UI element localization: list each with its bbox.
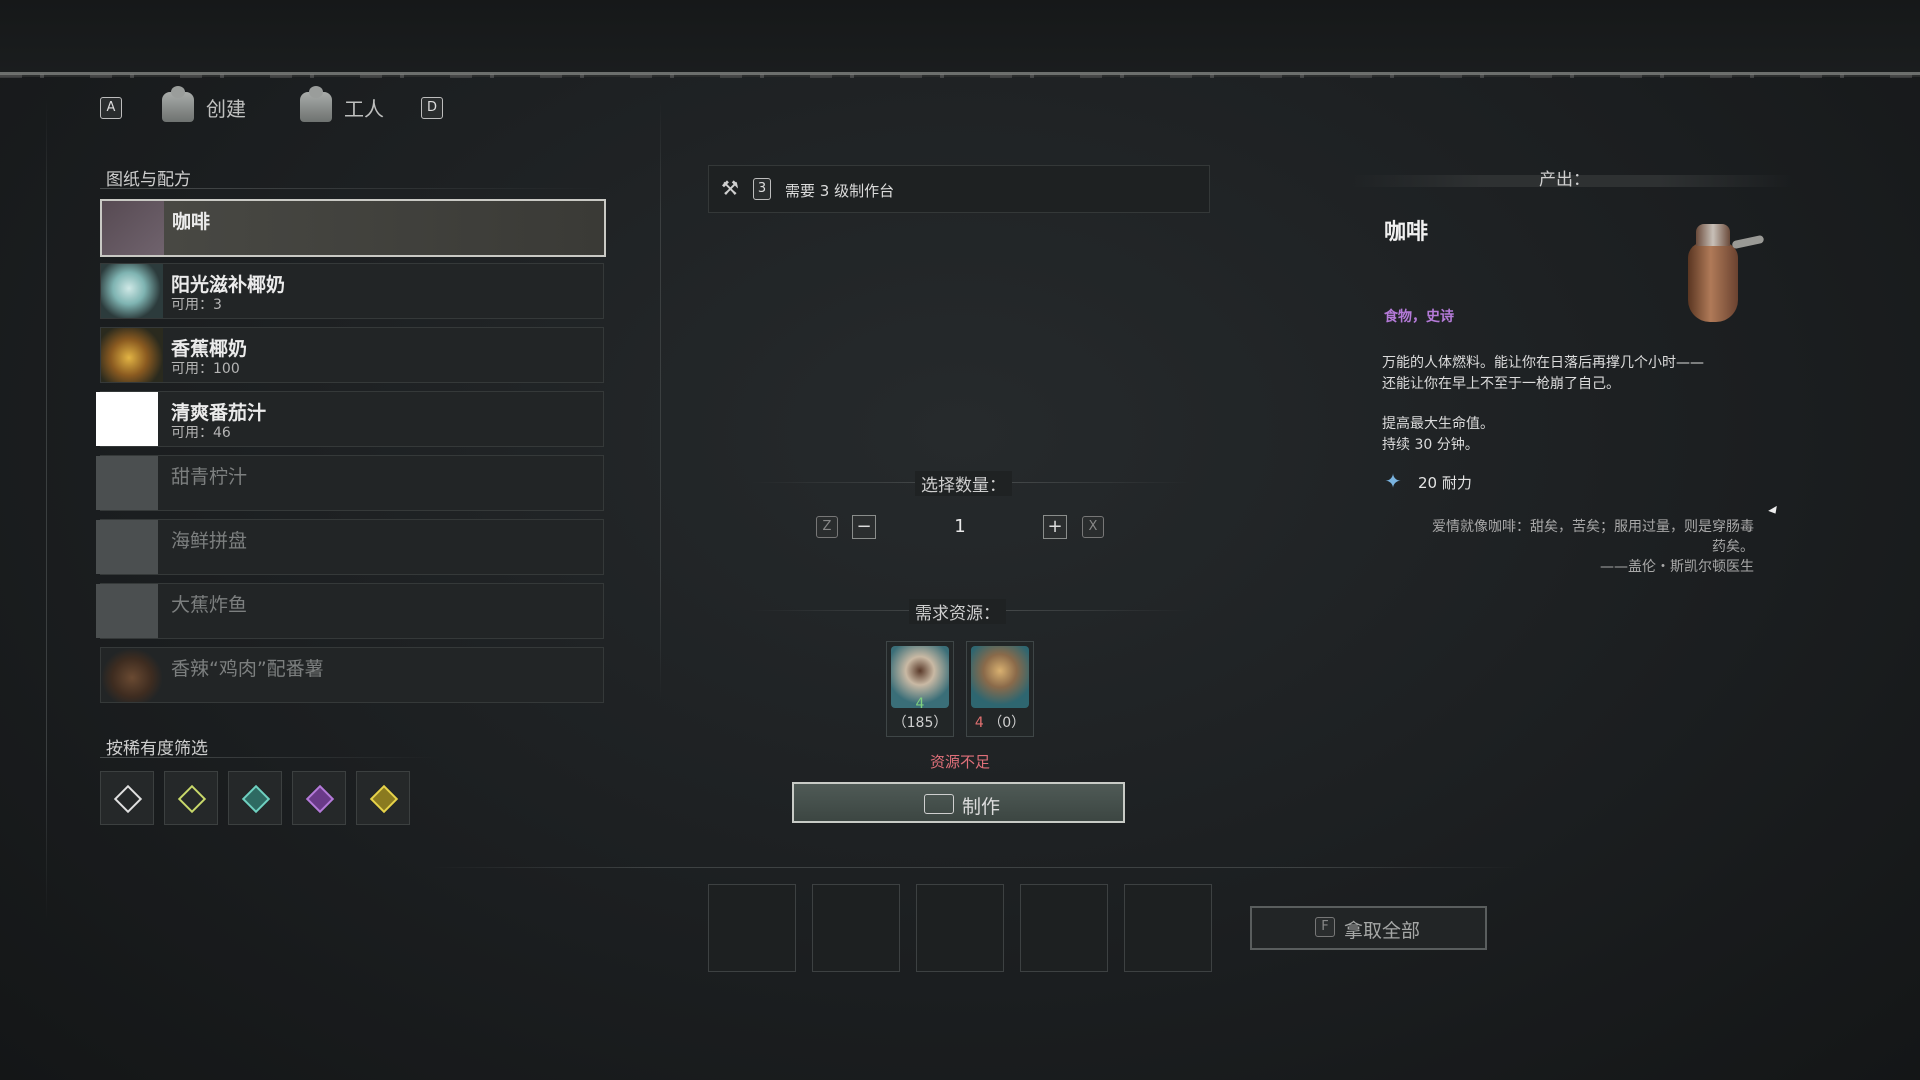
workbench-level: 3	[753, 178, 771, 200]
take-all-button[interactable]: F 拿取全部	[1250, 906, 1487, 950]
output-slot[interactable]	[1020, 884, 1108, 972]
stamina-value: 20 耐力	[1418, 474, 1472, 492]
filter-legendary-button[interactable]	[356, 771, 410, 825]
recipe-name: 大蕉炸鱼	[171, 594, 248, 616]
diamond-icon	[369, 784, 399, 814]
recipe-item-spicy-chicken[interactable]: 香辣“鸡肉”配番薯	[100, 647, 604, 703]
recipe-item-banana-coconut-milk[interactable]: 香蕉椰奶 可用：100	[100, 327, 604, 383]
coffee-pot-icon	[102, 201, 164, 255]
coffee-pot-icon	[1672, 218, 1765, 328]
tab-workers[interactable]: 工人	[300, 86, 384, 122]
output-title: 产出：	[1539, 170, 1590, 190]
spicy-chicken-icon	[101, 648, 163, 702]
craft-label: 制作	[962, 796, 1001, 818]
filter-rare-button[interactable]	[228, 771, 282, 825]
requirement-bar: ⚒ 3 需要 3 级制作台	[708, 165, 1210, 213]
diamond-icon	[113, 784, 143, 814]
recipe-item-sun-coconut-milk[interactable]: 阳光滋补椰奶 可用：3	[100, 263, 604, 319]
increase-button[interactable]: +	[1043, 515, 1067, 539]
recipe-available: 可用：3	[171, 297, 222, 313]
divider	[46, 100, 47, 920]
sugar-sack-icon	[971, 646, 1029, 708]
craft-button[interactable]: 制作	[792, 782, 1125, 823]
recipe-name: 清爽番茄汁	[171, 402, 267, 424]
tab-workers-label: 工人	[344, 96, 384, 121]
fried-fish-icon	[96, 584, 158, 638]
key-hint-z: Z	[816, 516, 838, 538]
output-slot[interactable]	[812, 884, 900, 972]
resources-title: 需求资源：	[909, 599, 1006, 624]
decrease-button[interactable]: −	[852, 515, 876, 539]
key-hint-x: X	[1082, 516, 1104, 538]
tab-create-label: 创建	[206, 96, 246, 121]
output-effects: 提高最大生命值。 持续 30 分钟。	[1382, 416, 1494, 453]
quantity-title: 选择数量：	[915, 471, 1012, 496]
divider	[660, 100, 661, 700]
recipe-name: 香蕉椰奶	[171, 338, 248, 360]
recipe-available: 可用：46	[171, 425, 231, 441]
resource-count: 4 （185）	[892, 696, 948, 731]
output-description: 万能的人体燃料。能让你在日落后再撑几个小时—— 还能让你在早上不至于一枪崩了自己…	[1382, 355, 1704, 392]
output-quote: 爱情就像咖啡：甜矣，苦矣；服用过量，则是穿肠毒 药矣。 ——盖伦・斯凯尔顿医生	[1432, 519, 1754, 575]
filter-common-button[interactable]	[100, 771, 154, 825]
stamina-icon: ✦	[1384, 469, 1402, 493]
backpack-icon	[162, 86, 194, 122]
divider	[100, 757, 440, 758]
backpack-icon	[300, 86, 332, 122]
coconut-milk-icon	[101, 264, 163, 318]
diamond-icon	[241, 784, 271, 814]
recipe-name: 阳光滋补椰奶	[171, 274, 286, 296]
lime-juice-icon	[96, 456, 158, 510]
requirement-text: 需要 3 级制作台	[785, 182, 895, 200]
take-all-label: 拿取全部	[1344, 920, 1421, 942]
output-slot[interactable]	[1124, 884, 1212, 972]
recipe-item-fried-fish[interactable]: 大蕉炸鱼	[96, 583, 604, 639]
spacebar-key-icon	[924, 794, 954, 814]
recipe-name: 香辣“鸡肉”配番薯	[171, 658, 324, 680]
resource-coffee-beans[interactable]: 4 （185）	[886, 641, 954, 737]
recipe-item-coffee[interactable]: 咖啡	[100, 199, 606, 257]
key-hint-d: D	[421, 97, 443, 119]
top-banner	[0, 0, 1920, 78]
mouse-cursor	[1768, 505, 1780, 517]
quantity-value[interactable]: 1	[900, 512, 1020, 542]
filter-epic-button[interactable]	[292, 771, 346, 825]
banana-coconut-icon	[101, 328, 163, 382]
resource-sugar[interactable]: 4 （0）	[966, 641, 1034, 737]
diamond-icon	[177, 784, 207, 814]
key-hint-f: F	[1315, 917, 1335, 937]
recipes-title: 图纸与配方	[106, 170, 191, 190]
diamond-icon	[305, 784, 335, 814]
resource-count: 4 （0）	[974, 715, 1026, 731]
output-slot[interactable]	[708, 884, 796, 972]
recipe-item-lime-juice[interactable]: 甜青柠汁	[96, 455, 604, 511]
seafood-platter-icon	[96, 520, 158, 574]
recipe-item-tomato-juice[interactable]: 清爽番茄汁 可用：46	[96, 391, 604, 447]
output-item-name: 咖啡	[1384, 220, 1429, 245]
tomato-juice-icon	[96, 392, 158, 446]
output-tags: 食物，史诗	[1384, 309, 1454, 325]
insufficient-resources: 资源不足	[929, 753, 990, 771]
filter-title: 按稀有度筛选	[106, 739, 208, 759]
recipe-name: 海鲜拼盘	[171, 530, 248, 552]
divider	[430, 867, 1520, 868]
hammer-icon: ⚒	[721, 176, 739, 200]
filter-uncommon-button[interactable]	[164, 771, 218, 825]
tab-create[interactable]: 创建	[162, 86, 246, 122]
recipe-item-seafood-platter[interactable]: 海鲜拼盘	[96, 519, 604, 575]
divider	[100, 188, 600, 189]
output-slot[interactable]	[916, 884, 1004, 972]
recipe-name: 咖啡	[172, 211, 211, 233]
recipe-available: 可用：100	[171, 361, 240, 377]
key-hint-a: A	[100, 97, 122, 119]
recipe-name: 甜青柠汁	[171, 466, 248, 488]
